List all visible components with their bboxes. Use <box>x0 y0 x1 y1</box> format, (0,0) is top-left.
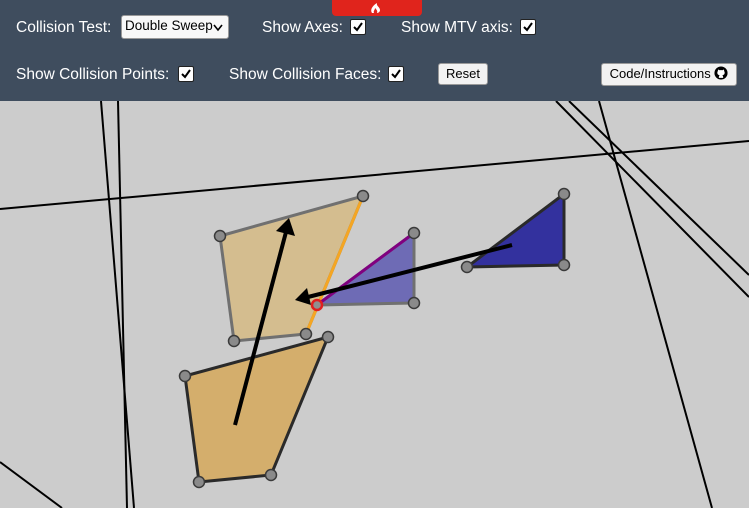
vertex-handle <box>407 226 421 240</box>
blue-solid-polygon[interactable] <box>462 190 566 269</box>
fire-icon <box>371 3 380 13</box>
vertex-handle <box>227 334 241 348</box>
tan-ghost-polygon[interactable] <box>218 193 366 343</box>
collision-test-select[interactable]: Double Sweep <box>121 15 229 39</box>
show-collision-points-checkbox[interactable] <box>178 66 194 82</box>
show-collision-faces-checkbox[interactable] <box>388 66 404 82</box>
axis-line <box>117 101 128 508</box>
tan-solid-polygon[interactable] <box>183 334 331 484</box>
axis-line <box>555 101 749 298</box>
reset-button[interactable]: Reset <box>438 63 488 85</box>
axis-line <box>0 461 63 508</box>
checkmark-icon <box>523 22 533 32</box>
vertex-handle <box>192 475 206 489</box>
code-instructions-button[interactable]: Code/Instructions <box>601 63 737 86</box>
collision-test-label: Collision Test: <box>16 19 112 36</box>
vertex-handle <box>557 187 571 201</box>
axis-line <box>598 101 713 508</box>
show-axes-label: Show Axes: <box>262 19 343 36</box>
simulation-canvas[interactable] <box>0 101 749 508</box>
axis-line <box>568 101 749 276</box>
vertex-handle <box>460 260 474 274</box>
vertex-handle <box>178 369 192 383</box>
axis-line <box>100 101 135 508</box>
show-axes-checkbox[interactable] <box>350 19 366 35</box>
show-mtv-axis-label: Show MTV axis: <box>401 19 513 36</box>
vertex-handle <box>356 189 370 203</box>
vertex-handle <box>321 330 335 344</box>
collision-test-value: Double Sweep <box>125 18 213 33</box>
checkmark-icon <box>353 22 363 32</box>
show-mtv-axis-checkbox[interactable] <box>520 19 536 35</box>
axis-line <box>0 140 749 210</box>
vertex-handle <box>407 296 421 310</box>
vertex-handle <box>299 327 313 341</box>
vertex-handle <box>264 468 278 482</box>
checkmark-icon <box>391 69 401 79</box>
top-tab[interactable] <box>332 0 422 16</box>
vertex-handle <box>213 229 227 243</box>
vertex-handle <box>557 258 571 272</box>
chevron-down-icon <box>213 24 223 32</box>
checkmark-icon <box>181 69 191 79</box>
github-icon <box>714 66 728 80</box>
show-collision-points-label: Show Collision Points: <box>16 66 170 83</box>
toolbar: Collision Test: Double Sweep Show Axes: … <box>0 0 749 101</box>
code-instructions-label: Code/Instructions <box>609 66 711 81</box>
collision-point <box>310 298 324 312</box>
show-collision-faces-label: Show Collision Faces: <box>229 66 382 83</box>
